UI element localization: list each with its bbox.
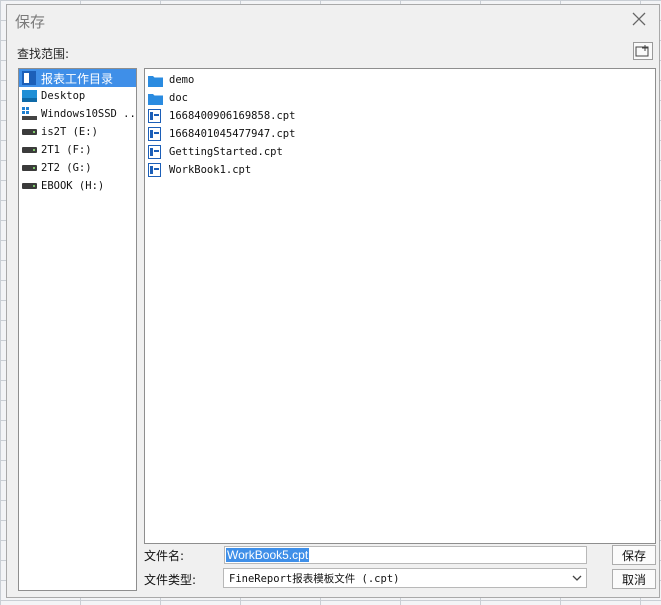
close-icon[interactable] <box>629 9 649 29</box>
cancel-button[interactable]: 取消 <box>612 569 656 589</box>
file-item-demo[interactable]: demo <box>145 71 655 89</box>
chevron-down-icon[interactable] <box>569 570 585 586</box>
filename-label: 文件名: <box>144 549 185 563</box>
place-label: 报表工作目录 <box>41 71 114 86</box>
folder-icon <box>148 91 163 105</box>
file-item-doc[interactable]: doc <box>145 89 655 107</box>
file-item-cpt[interactable]: WorkBook1.cpt <box>145 161 655 179</box>
file-name: demo <box>169 74 195 86</box>
drive-icon <box>21 143 37 157</box>
filetype-value: FineReport报表模板文件 (.cpt) <box>229 573 400 585</box>
cpt-file-icon <box>148 145 163 159</box>
windows-drive-icon <box>21 107 37 121</box>
filename-value: WorkBook5.cpt <box>226 548 310 562</box>
file-item-cpt[interactable]: GettingStarted.cpt <box>145 143 655 161</box>
save-dialog: 保存 查找范围: 报表工作目录 Desktop Windows10SSD ... <box>6 4 660 598</box>
report-dir-icon <box>21 71 37 85</box>
place-item-drive-e[interactable]: is2T (E:) <box>19 123 136 141</box>
dialog-title: 保存 <box>15 14 46 31</box>
filename-input[interactable]: WorkBook5.cpt <box>224 546 587 564</box>
place-label: Desktop <box>41 90 86 102</box>
place-item-desktop[interactable]: Desktop <box>19 87 136 105</box>
folder-icon <box>148 73 163 87</box>
file-name: 1668401045477947.cpt <box>169 128 296 140</box>
place-item-report-dir[interactable]: 报表工作目录 <box>19 69 136 87</box>
cpt-file-icon <box>148 163 163 177</box>
place-label: 2T2 (G:) <box>41 162 92 174</box>
file-name: GettingStarted.cpt <box>169 146 283 158</box>
file-name: WorkBook1.cpt <box>169 164 252 176</box>
place-label: is2T (E:) <box>41 126 98 138</box>
desktop-icon <box>21 89 37 103</box>
file-name: doc <box>169 92 188 104</box>
place-item-drive-h[interactable]: EBOOK (H:) <box>19 177 136 195</box>
new-folder-button[interactable] <box>633 42 653 60</box>
place-item-windows-ssd[interactable]: Windows10SSD ... <box>19 105 136 123</box>
place-item-drive-f[interactable]: 2T1 (F:) <box>19 141 136 159</box>
file-name: 1668400906169858.cpt <box>169 110 296 122</box>
place-item-drive-g[interactable]: 2T2 (G:) <box>19 159 136 177</box>
file-item-cpt[interactable]: 1668401045477947.cpt <box>145 125 655 143</box>
places-list: 报表工作目录 Desktop Windows10SSD ... is2T (E:… <box>18 68 137 591</box>
place-label: EBOOK (H:) <box>41 180 105 192</box>
new-folder-icon <box>635 45 649 57</box>
look-in-label: 查找范围: <box>17 47 70 61</box>
place-label: Windows10SSD ... <box>41 108 137 120</box>
drive-icon <box>21 179 37 193</box>
file-list: demo doc 1668400906169858.cpt 1668401045… <box>144 68 656 544</box>
cpt-file-icon <box>148 127 163 141</box>
filetype-select[interactable]: FineReport报表模板文件 (.cpt) <box>223 568 587 588</box>
save-button[interactable]: 保存 <box>612 545 656 565</box>
place-label: 2T1 (F:) <box>41 144 92 156</box>
file-item-cpt[interactable]: 1668400906169858.cpt <box>145 107 655 125</box>
cpt-file-icon <box>148 109 163 123</box>
drive-icon <box>21 161 37 175</box>
filetype-label: 文件类型: <box>144 573 197 587</box>
drive-icon <box>21 125 37 139</box>
